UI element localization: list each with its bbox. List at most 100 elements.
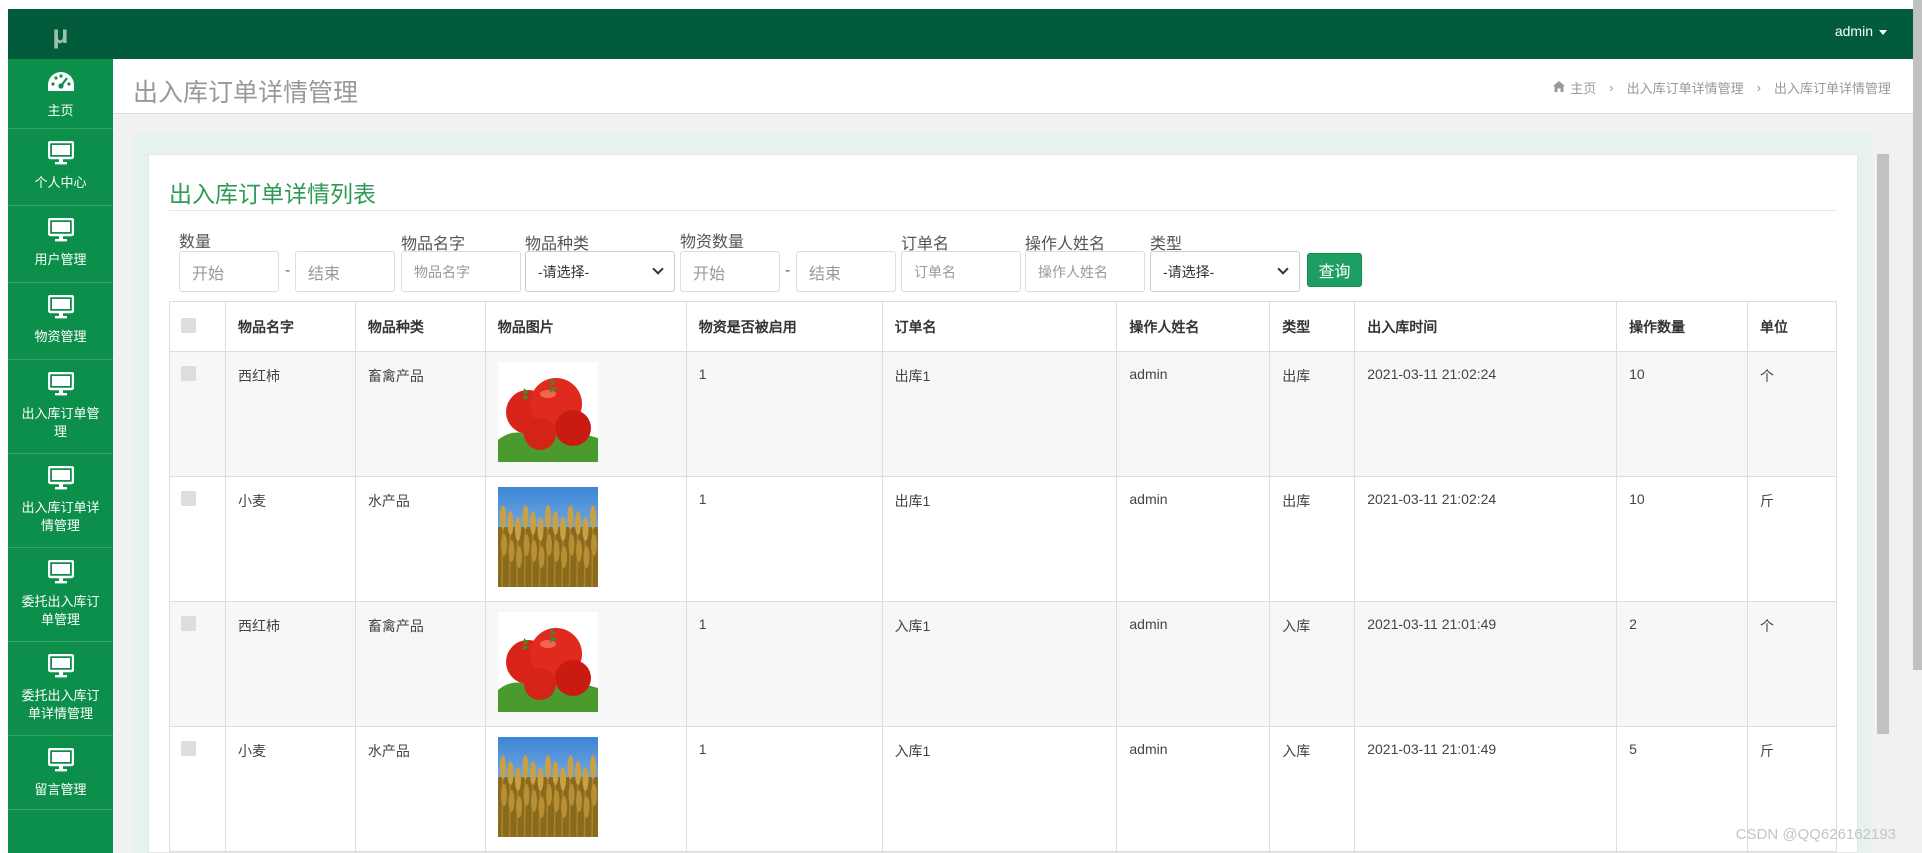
page-title: 出入库订单详情管理 [133,79,359,107]
qty-end-input[interactable]: 结束 [295,251,395,292]
sidebar-item[interactable]: 出入库订单管理 [8,360,113,454]
column-header[interactable]: 物品种类 [354,301,486,352]
sidebar-item[interactable]: 委托出入库订单管理 [8,548,113,642]
order-input[interactable]: 订单名 [901,251,1021,292]
row-checkbox[interactable] [181,366,196,381]
select-all-checkbox[interactable] [181,317,196,333]
select-all-cell [169,301,226,352]
scrollbar-thumb[interactable] [1913,0,1922,670]
cell-enabled: 1 [685,476,883,602]
cell-type: 入库 [1269,601,1356,727]
table-header-row: 物品名字 物品种类 物品图片 物资是否被启用 订单名 操作人姓名 类型 出入库时… [169,301,1838,352]
column-header[interactable]: 单位 [1746,301,1838,352]
dashboard-icon [47,71,75,98]
column-header[interactable]: 订单名 [881,301,1118,352]
type-select[interactable]: -请选择- [1150,251,1300,292]
page: μ 主页 个人中心 用户管理 物资管理 出入库订单管理 出入库订单详情管理 委托出入库订单管… [0,0,1922,853]
row-checkbox[interactable] [181,741,196,756]
column-header[interactable]: 物品图片 [484,301,687,352]
row-select-cell [169,601,226,727]
cell-time: 2021-03-11 21:02:24 [1354,476,1618,602]
tomato-image [497,612,686,712]
sidebar-item[interactable]: 物资管理 [8,283,113,360]
cell-enabled: 1 [685,601,883,727]
sidebar-item[interactable]: 出入库订单详情管理 [8,454,113,548]
cell-enabled: 1 [685,726,883,852]
product-image-cell [484,726,687,852]
cell-type: 出库 [1269,476,1356,602]
wheat-image [497,487,686,587]
sidebar-item-label: 主页 [47,103,74,118]
sidebar-item-label: 用户管理 [34,252,87,267]
sidebar-item[interactable]: 个人中心 [8,129,113,206]
sidebar-item[interactable]: 委托出入库订单详情管理 [8,642,113,736]
list-card: 出入库订单详情列表 数量 开始 - 结束 物品名字 物品名字 物品种类 -请选择… [148,154,1858,853]
type-select-value: -请选择- [1163,263,1215,280]
column-header[interactable]: 操作人姓名 [1116,301,1271,352]
row-select-cell [169,726,226,852]
range-dash: - [785,262,791,279]
caret-down-icon [1879,29,1887,35]
sidebar-item[interactable]: 留言管理 [8,736,113,810]
data-table: 物品名字 物品种类 物品图片 物资是否被启用 订单名 操作人姓名 类型 出入库时… [169,301,1838,852]
qty-start-input[interactable]: 开始 [179,251,279,292]
search-button[interactable]: 查询 [1307,253,1362,287]
name-input[interactable]: 物品名字 [401,251,521,292]
column-header[interactable]: 物资是否被启用 [685,301,883,352]
table-row[interactable]: 小麦 水产品 1 入库1 admin 入库 2021-03-11 21:01:49 5 斤 [169,726,1838,852]
user-name: admin [1834,23,1873,39]
monitor-icon [47,371,74,401]
watermark: CSDN @QQ626162193 [1735,826,1896,843]
category-select-value: -请选择- [538,263,590,280]
row-checkbox[interactable] [181,616,196,631]
product-image-cell [484,601,687,727]
column-header[interactable]: 类型 [1269,301,1356,352]
table-row[interactable]: 西红柿 畜禽产品 1 入库1 admin 入库 2021-03-11 21:01:49 2 个 [169,601,1838,727]
user-menu[interactable]: admin [1835,23,1887,39]
cell-enabled: 1 [685,351,883,477]
product-image-cell [484,476,687,602]
monitor-icon [47,140,74,170]
table-row[interactable]: 西红柿 畜禽产品 1 出库1 admin 出库 2021-03-11 21:02:24 10 个 [169,351,1838,477]
cell-order: 出库1 [881,351,1118,477]
operator-input[interactable]: 操作人姓名 [1025,251,1145,292]
cell-qty: 10 [1616,476,1748,602]
sidebar-item-label: 委托出入库订单详情管理 [21,688,100,721]
divider [169,210,1837,211]
sidebar-item[interactable]: 用户管理 [8,206,113,283]
column-header[interactable]: 物品名字 [224,301,356,352]
cell-type: 出库 [1269,351,1356,477]
cell-qty: 5 [1616,726,1748,852]
monitor-icon [47,294,74,324]
qty-label: 数量 [179,234,212,251]
category-select[interactable]: -请选择- [525,251,675,292]
column-header[interactable]: 操作数量 [1616,301,1748,352]
sidebar-item-label: 出入库订单管理 [21,406,100,439]
scrollbar-thumb[interactable] [1877,154,1889,734]
sidebar-item-label: 委托出入库订单管理 [21,594,100,627]
breadcrumb-item[interactable]: 出入库订单详情管理 [1627,78,1744,97]
card-title: 出入库订单详情列表 [169,181,376,207]
sidebar-item-label: 个人中心 [34,175,87,190]
content-scrollbar[interactable] [1877,154,1889,853]
chevron-down-icon [1277,263,1289,275]
monitor-icon [47,653,74,683]
top-bar: admin [113,9,1913,59]
sidebar-item-label: 物资管理 [34,329,87,344]
product-image-cell [484,351,687,477]
table-row[interactable]: 小麦 水产品 1 出库1 admin 出库 2021-03-11 21:02:24 10 斤 [169,476,1838,602]
wheat-image [497,737,686,837]
logo: μ [8,9,113,59]
monitor-icon [47,747,74,777]
cell-category: 畜禽产品 [354,351,486,477]
page-scrollbar[interactable] [1913,0,1922,853]
cell-category: 水产品 [354,476,486,602]
stock-start-input[interactable]: 开始 [680,251,780,292]
row-checkbox[interactable] [181,491,196,506]
breadcrumb-home[interactable]: 主页 [1570,78,1596,97]
stock-label: 物资数量 [680,234,745,251]
cell-unit: 个 [1746,601,1838,727]
stock-end-input[interactable]: 结束 [796,251,896,292]
column-header[interactable]: 出入库时间 [1354,301,1618,352]
sidebar-item[interactable]: 主页 [8,59,113,129]
